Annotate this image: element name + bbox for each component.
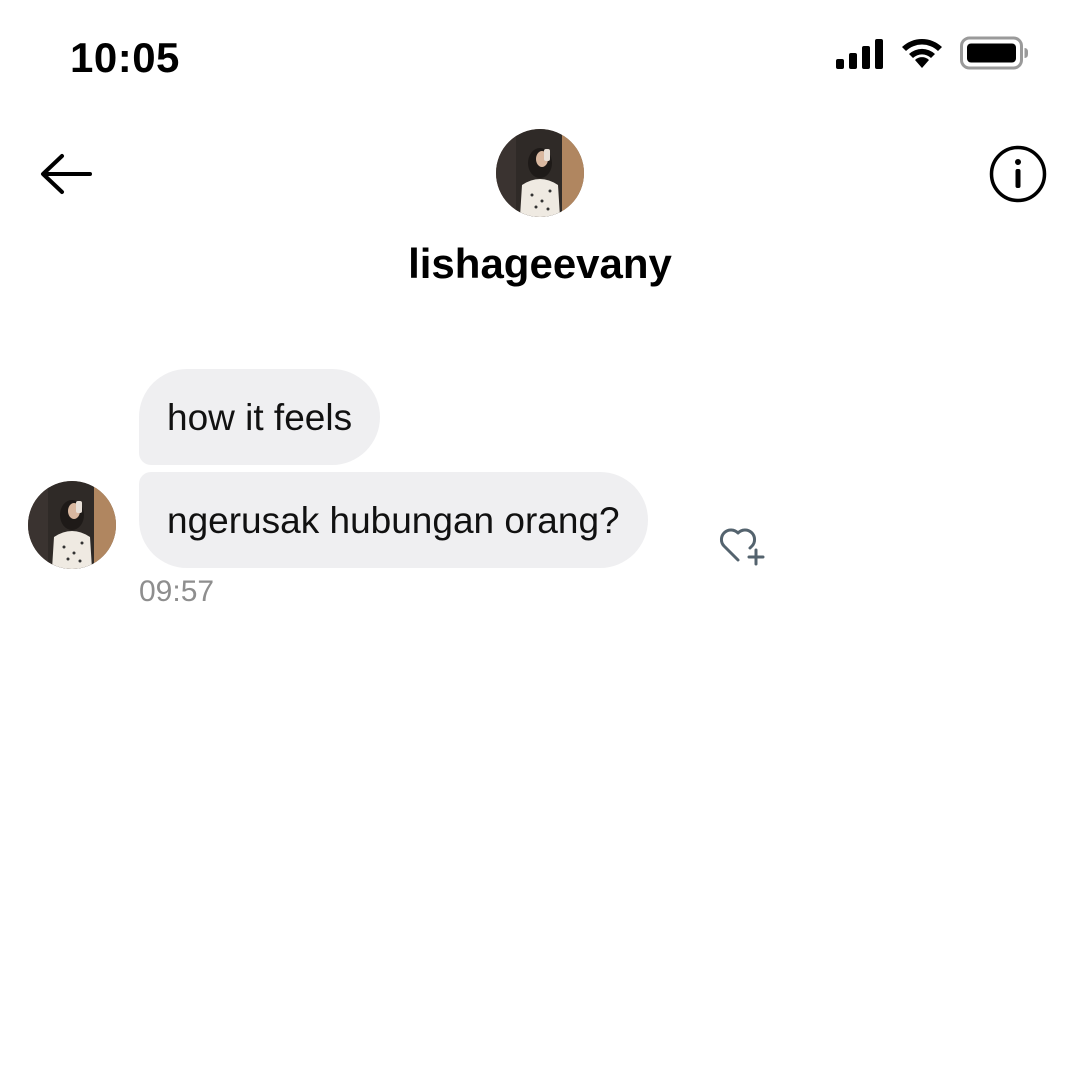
- message-text: ngerusak hubungan orang?: [167, 499, 620, 541]
- message-text: how it feels: [167, 396, 353, 438]
- battery-icon: [960, 36, 1030, 75]
- sender-avatar[interactable]: [28, 481, 116, 569]
- status-time: 10:05: [70, 34, 180, 81]
- status-icons: [836, 36, 1030, 75]
- info-icon: [988, 144, 1048, 209]
- info-button[interactable]: [988, 144, 1048, 209]
- cellular-signal-icon: [836, 37, 884, 74]
- message-timestamp: 09:57: [139, 575, 215, 608]
- header-username[interactable]: lishageevany: [0, 240, 1080, 288]
- message-bubble[interactable]: how it feels: [139, 369, 381, 465]
- status-bar: 10:05: [0, 0, 1080, 110]
- wifi-icon: [900, 36, 944, 75]
- message-bubble[interactable]: ngerusak hubungan orang?: [139, 472, 648, 568]
- arrow-left-icon: [38, 152, 94, 201]
- back-button[interactable]: [36, 148, 96, 204]
- heart-plus-icon: [716, 528, 768, 572]
- header-avatar[interactable]: [496, 129, 584, 217]
- react-button[interactable]: [716, 520, 768, 568]
